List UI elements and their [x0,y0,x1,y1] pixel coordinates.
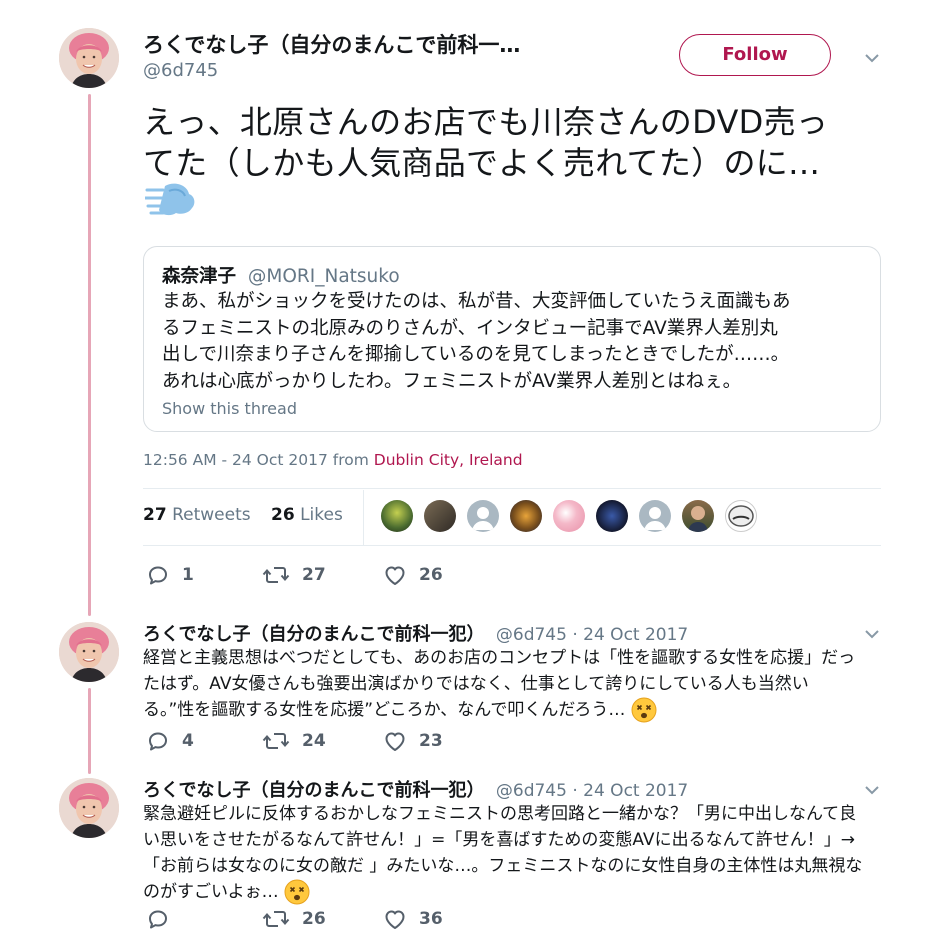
heart-icon [383,907,407,931]
liker-avatar[interactable] [682,500,714,532]
tweet-text: 緊急避妊ピルに反体するおかしなフェミニストの思考回路と一緒かな？「男に中出しなん… [143,801,883,905]
tweet-date[interactable]: · 24 Oct 2017 [572,781,688,801]
retweet-icon [262,563,290,587]
reply-header: ろくでなし子（自分のまんこで前科一犯） @6d745 · 24 Oct 2017 [143,776,688,802]
likes-stat[interactable]: 26 Likes [271,505,343,525]
dizzy-face-icon [631,697,657,723]
tweet-text-line: る。”性を謳歌する女性を応援”どころか、なんで叩くんだろう… [143,700,626,720]
like-count: 26 [419,565,443,585]
dashing-away-icon [145,183,195,216]
like-button[interactable]: 23 [383,729,443,753]
liker-avatar[interactable] [596,500,628,532]
liker-avatar[interactable] [725,500,757,532]
retweet-count: 24 [302,731,326,751]
reply-button[interactable] [146,907,182,931]
reply-icon [146,907,170,931]
tweet-text-line: えっ、北原さんのお店でも川奈さんのDVD売っ [143,103,829,141]
like-button[interactable]: 36 [383,907,443,931]
handle[interactable]: @6d745 [143,60,218,81]
stats-divider [363,490,364,546]
tweet-text: 経営と主義思想はべつだとしても、あのお店のコンセプトは「性を謳歌する女性を応援」… [143,645,883,723]
quote-line: あれは心底がっかりしたわ。フェミニストがAV業界人差別とはねぇ。 [162,370,742,392]
reply-button[interactable]: 1 [146,563,194,587]
tweet-text-line: 経営と主義思想はべつだとしても、あのお店のコンセプトは「性を謳歌する女性を応援」… [143,648,856,668]
liker-avatar[interactable] [553,500,585,532]
likes-count: 26 [271,505,295,525]
quoted-tweet[interactable]: 森奈津子 @MORI_Natsuko まあ、私がショックを受けたのは、私が昔、大… [143,246,881,432]
tweet-date[interactable]: · 24 Oct 2017 [572,625,688,645]
tweet-text-line: い思いをさせたがるなんて許せん！」=「男を喜ばすための変態AVに出るなんて許せん… [143,830,855,850]
tweet-text-line: てた（しかも人気商品でよく売れてた）のに… [143,144,821,182]
tweet-text-line: 緊急避妊ピルに反体するおかしなフェミニストの思考回路と一緒かな？「男に中出しなん… [143,804,857,824]
display-name[interactable]: ろくでなし子（自分のまんこで前科一犯） [143,780,484,801]
heart-icon [383,563,407,587]
retweet-icon [262,907,290,931]
chevron-down-icon[interactable] [864,782,880,798]
avatar[interactable] [59,28,119,88]
like-count: 23 [419,731,443,751]
display-name[interactable]: ろくでなし子（自分のまんこで前科一… [143,32,623,58]
avatar[interactable] [59,778,119,838]
retweet-count: 27 [302,565,326,585]
avatar[interactable] [59,622,119,682]
thread-line [88,688,91,774]
quote-line: 出しで川奈まり子さんを揶揄しているのを見てしまったときでしたが……。 [162,344,790,365]
show-thread-link[interactable]: Show this thread [162,399,297,418]
chevron-down-icon[interactable] [864,50,880,66]
retweet-icon [262,729,290,753]
handle[interactable]: @6d745 [496,625,567,645]
tweet-text-line: のがすごいよぉ… [143,882,279,902]
follow-button[interactable]: Follow [679,34,831,76]
tweet-text-line: 「お前らは女なのに女の敵だ 」みたいな…。フェミニストなのに女性自身の主体性は丸… [143,856,863,876]
like-count: 36 [419,909,443,929]
timestamp: 12:56 AM - 24 Oct 2017 from Dublin City,… [143,451,523,469]
quote-text: まあ、私がショックを受けたのは、私が昔、大変評価していたうえ面識もあ るフェミニ… [162,289,878,395]
divider [143,488,881,489]
likes-label: Likes [300,505,343,525]
heart-icon [383,729,407,753]
retweet-button[interactable]: 24 [262,729,326,753]
retweets-count: 27 [143,505,167,525]
reply-header: ろくでなし子（自分のまんこで前科一犯） @6d745 · 24 Oct 2017 [143,620,688,646]
reply-count: 1 [182,565,194,585]
reply-count: 4 [182,731,194,751]
liker-avatar[interactable] [424,500,456,532]
liker-avatar[interactable] [381,500,413,532]
like-button[interactable]: 26 [383,563,443,587]
quote-line: まあ、私がショックを受けたのは、私が昔、大変評価していたうえ面識もあ [162,291,791,312]
quote-handle: @MORI_Natsuko [247,266,400,287]
reply-icon [146,563,170,587]
tweet-text: えっ、北原さんのお店でも川奈さんのDVD売っ てた（しかも人気商品でよく売れてた… [143,102,883,184]
display-name[interactable]: ろくでなし子（自分のまんこで前科一犯） [143,624,484,645]
retweet-button[interactable]: 26 [262,907,326,931]
chevron-down-icon[interactable] [864,626,880,642]
divider [143,545,881,546]
liker-avatar[interactable] [639,500,671,532]
reply-icon [146,729,170,753]
retweet-count: 26 [302,909,326,929]
liker-avatar[interactable] [510,500,542,532]
handle[interactable]: @6d745 [496,781,567,801]
dizzy-face-icon [284,879,310,905]
retweet-button[interactable]: 27 [262,563,326,587]
retweets-stat[interactable]: 27 Retweets [143,505,251,525]
quote-name: 森奈津子 [162,266,237,287]
reply-button[interactable]: 4 [146,729,194,753]
location-link[interactable]: Dublin City, Ireland [374,451,523,469]
liker-avatar[interactable] [467,500,499,532]
thread-line [88,94,91,616]
quote-line: るフェミニストの北原みのりさんが、インタビュー記事でAV業界人差別丸 [162,317,778,339]
retweets-label: Retweets [172,505,251,525]
tweet-text-line: たはず。AV女優さんも強要出演ばかりではなく、仕事として誇りにしている人も当然い [143,674,809,694]
timestamp-text: 12:56 AM - 24 Oct 2017 from [143,451,374,469]
